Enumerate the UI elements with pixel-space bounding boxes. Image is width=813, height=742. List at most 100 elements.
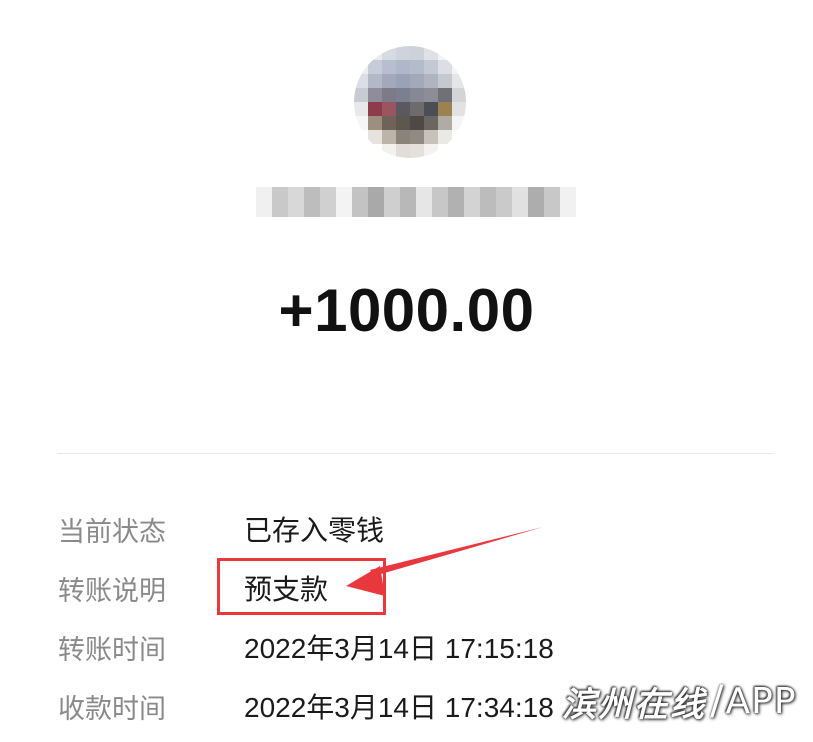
avatar-pixel	[396, 102, 410, 116]
name-pixel	[432, 187, 448, 217]
receive-time-label: 收款时间	[58, 693, 166, 725]
avatar-pixel	[382, 88, 396, 102]
name-pixel	[272, 187, 288, 217]
avatar-pixel	[354, 74, 368, 88]
watermark: 滨州在线 / APP	[562, 670, 802, 732]
avatar-pixel	[452, 130, 466, 144]
avatar-pixel	[424, 144, 438, 158]
receive-time-value: 2022年3月14日 17:34:18	[244, 692, 554, 723]
avatar-pixel	[396, 46, 410, 60]
name-pixel	[336, 187, 352, 217]
avatar-pixel	[354, 102, 368, 116]
name-pixel	[368, 187, 384, 217]
avatar-pixel	[368, 46, 382, 60]
avatar-pixel	[368, 130, 382, 144]
name-pixel	[544, 187, 560, 217]
avatar-pixel	[424, 74, 438, 88]
avatar-pixel	[368, 144, 382, 158]
avatar-pixel	[424, 60, 438, 74]
avatar-pixel	[368, 74, 382, 88]
avatar-pixel	[410, 102, 424, 116]
status-value: 已存入零钱	[244, 515, 385, 546]
name-pixel	[352, 187, 368, 217]
avatar-pixel	[410, 60, 424, 74]
avatar-pixel	[438, 130, 452, 144]
avatar-pixel	[368, 102, 382, 116]
detail-row-status: 当前状态 已存入零钱	[58, 509, 384, 549]
avatar-pixel	[382, 116, 396, 130]
avatar-pixel	[396, 116, 410, 130]
name-pixel	[560, 187, 576, 217]
name-pixel	[384, 187, 400, 217]
sender-avatar	[354, 46, 466, 158]
name-pixel	[496, 187, 512, 217]
avatar-pixel	[368, 88, 382, 102]
name-pixel	[480, 187, 496, 217]
avatar-pixel	[438, 116, 452, 130]
name-pixel	[416, 187, 432, 217]
name-pixel	[256, 187, 272, 217]
avatar-pixel	[410, 144, 424, 158]
avatar-pixel	[354, 60, 368, 74]
avatar-pixel	[410, 46, 424, 60]
detail-row-receive-time: 收款时间 2022年3月14日 17:34:18	[58, 686, 554, 726]
highlight-box-annotation	[217, 558, 386, 615]
name-pixel	[448, 187, 464, 217]
name-pixel	[320, 187, 336, 217]
divider	[57, 453, 773, 454]
avatar-pixel	[396, 74, 410, 88]
name-pixel	[464, 187, 480, 217]
avatar-pixel	[396, 144, 410, 158]
avatar-pixel	[438, 74, 452, 88]
avatar-pixel	[382, 102, 396, 116]
avatar-pixel	[424, 88, 438, 102]
transfer-time-label: 转账时间	[58, 634, 166, 666]
name-pixel	[512, 187, 528, 217]
avatar-pixel	[438, 102, 452, 116]
name-pixel	[304, 187, 320, 217]
avatar-pixel	[424, 46, 438, 60]
name-pixel	[288, 187, 304, 217]
avatar-pixel	[382, 144, 396, 158]
avatar-pixel	[368, 116, 382, 130]
avatar-pixel	[438, 88, 452, 102]
avatar-pixel	[368, 60, 382, 74]
avatar-pixel	[452, 116, 466, 130]
watermark-app: APP	[725, 680, 797, 722]
transfer-amount: +1000.00	[278, 277, 535, 344]
avatar-pixel	[382, 46, 396, 60]
avatar-pixel	[452, 74, 466, 88]
avatar-pixel	[452, 88, 466, 102]
sender-name-redacted	[256, 178, 576, 226]
detail-row-transfer-time: 转账时间 2022年3月14日 17:15:18	[58, 627, 554, 667]
avatar-pixel	[396, 130, 410, 144]
avatar-pixel	[452, 144, 466, 158]
avatar-pixel	[438, 46, 452, 60]
avatar-pixel	[424, 130, 438, 144]
avatar-pixel	[382, 60, 396, 74]
avatar-pixel	[424, 116, 438, 130]
avatar-pixel	[382, 130, 396, 144]
avatar-pixel	[452, 102, 466, 116]
watermark-text: 滨州在线	[562, 684, 706, 725]
avatar-pixel	[354, 144, 368, 158]
avatar-pixel	[424, 102, 438, 116]
avatar-pixel	[354, 116, 368, 130]
name-pixel	[528, 187, 544, 217]
avatar-pixel	[382, 74, 396, 88]
avatar-pixel	[354, 46, 368, 60]
watermark-separator: /	[710, 678, 724, 724]
avatar-pixel	[396, 60, 410, 74]
status-label: 当前状态	[58, 516, 166, 548]
name-pixel	[400, 187, 416, 217]
avatar-pixel	[410, 74, 424, 88]
avatar-pixel	[354, 88, 368, 102]
avatar-pixel	[438, 144, 452, 158]
avatar-pixel	[410, 88, 424, 102]
avatar-pixel	[452, 60, 466, 74]
transfer-time-value: 2022年3月14日 17:15:18	[244, 633, 554, 664]
avatar-pixel	[452, 46, 466, 60]
avatar-pixel	[410, 130, 424, 144]
avatar-pixel	[354, 130, 368, 144]
avatar-pixel	[410, 116, 424, 130]
